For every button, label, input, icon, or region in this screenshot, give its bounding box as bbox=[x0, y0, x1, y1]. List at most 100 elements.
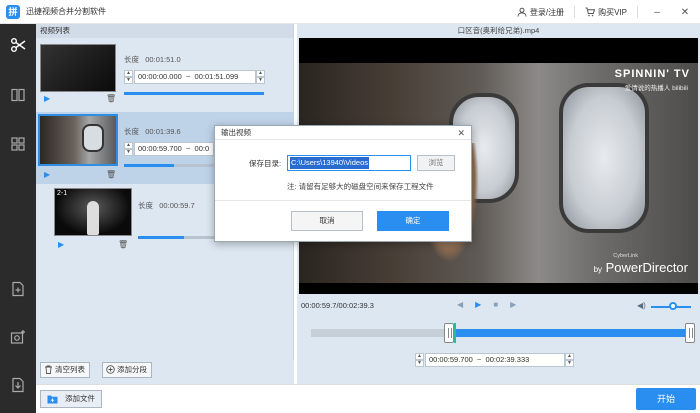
airplane-window-shape bbox=[82, 124, 104, 152]
list-item[interactable]: ▶ 🗑 长度 00:01:51.0 ▲ ▼ 00:00:00.000 ~ 00:0… bbox=[36, 38, 294, 110]
export-tool-button[interactable] bbox=[0, 370, 36, 400]
buy-vip-button[interactable]: 购买VIP bbox=[585, 7, 627, 18]
length-value: 00:00:59.7 bbox=[159, 201, 195, 210]
stop-icon[interactable]: ■ bbox=[493, 300, 498, 309]
play-icon[interactable]: ▶ bbox=[44, 94, 50, 103]
range-end-time: 00:02:39.333 bbox=[485, 355, 530, 364]
play-icon[interactable]: ▶ bbox=[58, 240, 64, 249]
app-title: 迅捷视频合并分割软件 bbox=[26, 7, 106, 16]
browse-button[interactable]: 浏览 bbox=[417, 155, 455, 171]
trash-icon bbox=[45, 365, 52, 374]
clip-progress-fill bbox=[124, 92, 264, 95]
disk-space-note: 注: 请留有足够大的磁盘空间来保存工程文件 bbox=[287, 182, 434, 191]
length-label: 长度 bbox=[124, 55, 139, 64]
title-bar-actions: 登录/注册 购买VIP – ✕ bbox=[517, 0, 694, 24]
plus-circle-icon bbox=[106, 365, 115, 374]
cancel-button[interactable]: 取消 bbox=[291, 211, 363, 231]
brand-name: PowerDirector bbox=[605, 260, 688, 275]
trim-start-handle[interactable] bbox=[443, 323, 454, 343]
clip-index: 2-1 bbox=[57, 190, 68, 197]
start-time: 00:00:00.000 bbox=[138, 72, 182, 81]
tool-rail bbox=[0, 24, 36, 413]
export-dialog: 输出视频 ✕ 保存目录: C:\Users\13940\Videos 浏览 注:… bbox=[214, 125, 472, 242]
length-row: 长度 00:01:51.0 bbox=[124, 54, 181, 65]
trim-time-range[interactable]: 00:00:59.700 ~ 00:02:39.333 bbox=[425, 353, 565, 367]
title-bar: 拼 迅捷视频合并分割软件 登录/注册 购买VIP – ✕ bbox=[0, 0, 700, 24]
play-icon[interactable]: ▶ bbox=[475, 300, 481, 309]
divider bbox=[637, 6, 638, 18]
trim-range-selection bbox=[453, 329, 691, 337]
camera-add-icon bbox=[10, 330, 25, 344]
add-segment-button[interactable]: 添加分段 bbox=[102, 362, 152, 378]
volume-icon[interactable]: ◀) bbox=[637, 301, 646, 310]
dialog-title: 输出视频 bbox=[221, 128, 251, 137]
grid-tool-button[interactable] bbox=[0, 129, 36, 159]
confirm-button[interactable]: 确定 bbox=[377, 211, 449, 231]
trim-end-handle[interactable] bbox=[685, 323, 695, 343]
brand-small: CyberLink bbox=[613, 253, 638, 259]
trash-icon[interactable]: 🗑 bbox=[106, 170, 116, 179]
dialog-header: 输出视频 ✕ bbox=[215, 126, 471, 140]
clip-time-range[interactable]: 00:00:59.700 ~ 00:0 bbox=[134, 142, 214, 156]
length-label: 长度 bbox=[124, 127, 139, 136]
list-footer: 清空列表 添加分段 bbox=[36, 360, 294, 384]
app-window: 拼 迅捷视频合并分割软件 登录/注册 购买VIP – ✕ 视频列表 ▶ 🗑 长度… bbox=[0, 0, 700, 413]
add-project-button[interactable] bbox=[0, 274, 36, 304]
brand-overlay: by PowerDirector bbox=[594, 260, 688, 275]
split-tool-button[interactable] bbox=[0, 30, 36, 60]
trash-icon[interactable]: 🗑 bbox=[118, 240, 128, 249]
play-icon[interactable]: ▶ bbox=[44, 170, 50, 179]
length-value: 00:01:51.0 bbox=[145, 55, 181, 64]
save-dir-value: C:\Users\13940\Videos bbox=[290, 157, 369, 169]
start-button[interactable]: 开始 bbox=[636, 388, 696, 410]
volume-slider-knob[interactable] bbox=[669, 302, 677, 310]
clear-list-button[interactable]: 清空列表 bbox=[40, 362, 90, 378]
start-time-stepper[interactable]: ▲ ▼ bbox=[124, 70, 133, 84]
save-dir-input[interactable]: C:\Users\13940\Videos bbox=[287, 155, 411, 171]
login-label: 登录/注册 bbox=[529, 7, 565, 17]
user-icon bbox=[517, 7, 527, 17]
add-file-label: 添加文件 bbox=[65, 394, 95, 403]
add-file-icon bbox=[12, 281, 24, 297]
close-button[interactable]: ✕ bbox=[676, 7, 694, 18]
end-time: 00:0 bbox=[194, 144, 210, 153]
clip-time-range[interactable]: 00:00:00.000 ~ 00:01:51.099 bbox=[134, 70, 256, 84]
clip-progress-bar bbox=[124, 164, 214, 167]
login-button[interactable]: 登录/注册 bbox=[517, 7, 564, 18]
add-file-button[interactable]: 添加文件 bbox=[40, 390, 102, 408]
add-segment-label: 添加分段 bbox=[117, 365, 147, 374]
clear-list-label: 清空列表 bbox=[55, 365, 85, 374]
trash-icon[interactable]: 🗑 bbox=[106, 94, 116, 103]
scissors-icon bbox=[11, 38, 26, 52]
divider bbox=[574, 6, 576, 18]
range-end-stepper[interactable]: ▲ ▼ bbox=[565, 353, 574, 367]
playhead-marker[interactable] bbox=[453, 323, 456, 343]
save-dir-label: 保存目录: bbox=[249, 159, 282, 168]
video-thumbnail[interactable]: 2-1 bbox=[54, 188, 132, 236]
next-frame-icon[interactable]: ▶ bbox=[510, 300, 516, 309]
range-separator: ~ bbox=[476, 355, 482, 364]
end-time-stepper[interactable]: ▲ ▼ bbox=[256, 70, 265, 84]
video-file-title: 口区音(奥利给兄弟).mp4 bbox=[457, 26, 540, 35]
start-time-stepper[interactable]: ▲ ▼ bbox=[124, 142, 133, 156]
video-thumbnail[interactable] bbox=[38, 114, 118, 166]
merge-tool-button[interactable] bbox=[0, 80, 36, 110]
prev-frame-icon[interactable]: ◀ bbox=[457, 300, 463, 309]
watermark-logo: SPINNIN' TV bbox=[614, 68, 690, 80]
length-row: 长度 00:00:59.7 bbox=[138, 200, 195, 211]
minimize-button[interactable]: – bbox=[648, 7, 666, 18]
settings-tool-button[interactable] bbox=[0, 322, 36, 352]
length-value: 00:01:39.6 bbox=[145, 127, 181, 136]
length-row: 长度 00:01:39.6 bbox=[124, 126, 181, 137]
video-thumbnail[interactable] bbox=[40, 44, 116, 92]
clip-progress-fill bbox=[124, 164, 174, 167]
watermark-subtitle: 爱情说的热播人 bilibili bbox=[624, 85, 688, 92]
document-icon bbox=[12, 377, 24, 393]
divider bbox=[215, 200, 471, 201]
dialog-close-button[interactable]: ✕ bbox=[457, 126, 465, 140]
range-separator: ~ bbox=[185, 72, 191, 81]
bottom-bar: 添加文件 开始 bbox=[36, 384, 700, 413]
range-start-stepper[interactable]: ▲ ▼ bbox=[415, 353, 424, 367]
range-start-time: 00:00:59.700 bbox=[429, 355, 473, 364]
folder-add-icon bbox=[47, 395, 58, 404]
